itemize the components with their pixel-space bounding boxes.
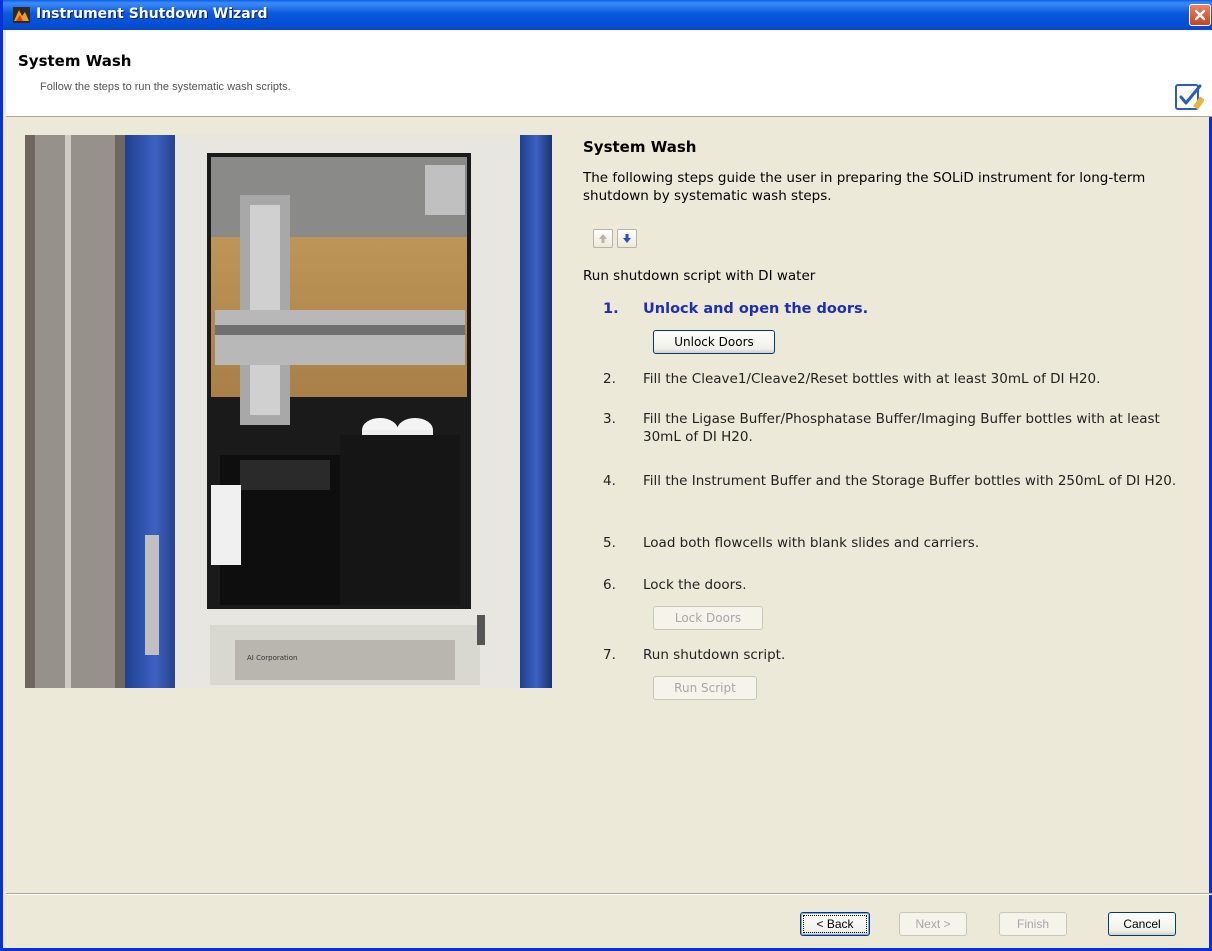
arrow-down-icon <box>623 234 631 243</box>
close-icon <box>1194 9 1206 21</box>
section-title: System Wash <box>583 138 697 156</box>
step-number: 7. <box>603 647 616 663</box>
run-script-button[interactable]: Run Script <box>653 676 757 700</box>
step-number: 6. <box>603 577 616 593</box>
step-text: Run shutdown script. <box>643 647 786 663</box>
checklist-icon <box>1174 82 1205 112</box>
move-down-button[interactable] <box>617 229 637 248</box>
wizard-window: Instrument Shutdown Wizard System Wash F… <box>0 0 1212 951</box>
back-button[interactable]: < Back <box>800 912 870 936</box>
unlock-doors-button[interactable]: Unlock Doors <box>653 330 775 354</box>
step-number: 5. <box>603 535 616 551</box>
move-up-button[interactable] <box>593 229 613 248</box>
section-description: The following steps guide the user in pr… <box>583 170 1146 204</box>
footer-divider <box>6 893 1212 895</box>
arrow-up-icon <box>599 234 607 243</box>
lock-doors-button[interactable]: Lock Doors <box>653 606 763 630</box>
title-bar[interactable]: Instrument Shutdown Wizard <box>3 0 1212 30</box>
finish-button[interactable]: Finish <box>999 912 1067 936</box>
close-button[interactable] <box>1189 4 1211 26</box>
instrument-panel-label: AI Corporation <box>247 654 297 662</box>
run-label: Run shutdown script with DI water <box>583 268 816 284</box>
step-text: Fill the Ligase Buffer/Phosphatase Buffe… <box>643 411 1160 445</box>
cancel-button[interactable]: Cancel <box>1108 912 1176 936</box>
step-number: 1. <box>603 301 619 317</box>
step-number: 4. <box>603 473 616 489</box>
step-text: Lock the doors. <box>643 577 747 593</box>
step-text: Fill the Cleave1/Cleave2/Reset bottles w… <box>643 371 1101 387</box>
step-text: Unlock and open the doors. <box>643 301 869 317</box>
page-title: System Wash <box>18 52 132 70</box>
page-subtitle: Follow the steps to run the systematic w… <box>40 81 291 93</box>
instrument-photo: AI Corporation <box>25 135 552 688</box>
step-text: Fill the Instrument Buffer and the Stora… <box>643 473 1177 489</box>
step-number: 2. <box>603 371 616 387</box>
next-button[interactable]: Next > <box>899 912 967 936</box>
step-number: 3. <box>603 411 616 427</box>
app-logo-icon <box>13 7 30 23</box>
wizard-header: System Wash Follow the steps to run the … <box>6 30 1212 117</box>
window-title: Instrument Shutdown Wizard <box>36 6 268 22</box>
step-text: Load both flowcells with blank slides an… <box>643 535 980 551</box>
